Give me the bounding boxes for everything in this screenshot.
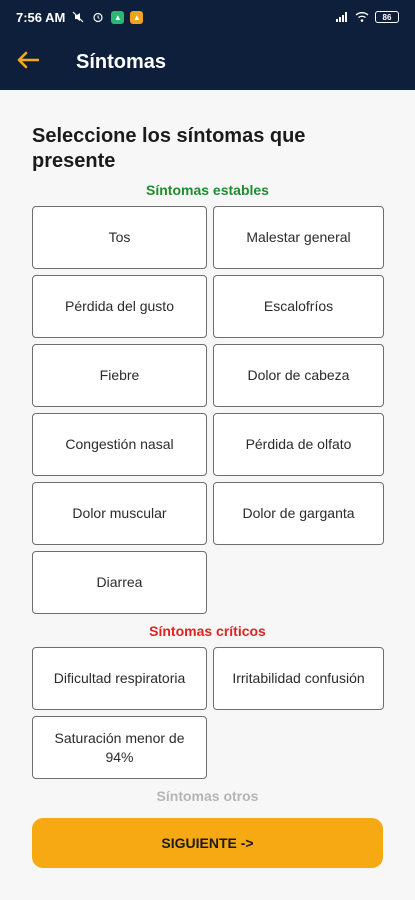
back-button[interactable] xyxy=(0,34,56,90)
arrow-left-icon xyxy=(17,48,40,76)
stable-symptoms-title: Síntomas estables xyxy=(146,182,269,198)
app-notification-icon: ▲ xyxy=(130,10,144,24)
app-bar: Síntomas xyxy=(0,34,415,90)
symptom-button[interactable]: Escalofríos xyxy=(213,275,384,338)
symptom-button[interactable]: Fiebre xyxy=(32,344,207,407)
battery-icon: 86 xyxy=(375,11,399,23)
critical-symptom-button[interactable]: Saturación menor de 94% xyxy=(32,716,207,779)
symptom-button[interactable]: Dolor de cabeza xyxy=(213,344,384,407)
symptom-button[interactable]: Pérdida de olfato xyxy=(213,413,384,476)
signal-icon xyxy=(335,10,349,24)
app-notification-icon: ▲ xyxy=(111,10,125,24)
symptom-button[interactable]: Dolor de garganta xyxy=(213,482,384,545)
wifi-icon xyxy=(355,10,369,24)
other-symptoms-title: Síntomas otros xyxy=(156,788,259,804)
symptom-button[interactable]: Pérdida del gusto xyxy=(32,275,207,338)
symptom-button[interactable]: Dolor muscular xyxy=(32,482,207,545)
content: Seleccione los síntomas que presente Sín… xyxy=(0,90,415,900)
section-heading: Seleccione los síntomas que presente xyxy=(32,125,306,172)
alarm-icon xyxy=(91,10,105,24)
status-bar: 7:56 AM ▲ ▲ 86 xyxy=(0,0,415,34)
next-button[interactable]: SIGUIENTE -> xyxy=(32,818,383,868)
symptom-button[interactable]: Congestión nasal xyxy=(32,413,207,476)
page-title: Síntomas xyxy=(76,50,167,73)
symptom-button[interactable]: Malestar general xyxy=(213,206,384,269)
critical-symptom-button[interactable]: Irritabilidad confusión xyxy=(213,647,384,710)
critical-symptom-button[interactable]: Dificultad respiratoria xyxy=(32,647,207,710)
symptom-button[interactable]: Tos xyxy=(32,206,207,269)
critical-symptoms-title: Síntomas críticos xyxy=(149,623,266,639)
symptom-button[interactable]: Diarrea xyxy=(32,551,207,614)
mute-icon xyxy=(71,10,85,24)
status-time: 7:56 AM xyxy=(16,9,66,25)
